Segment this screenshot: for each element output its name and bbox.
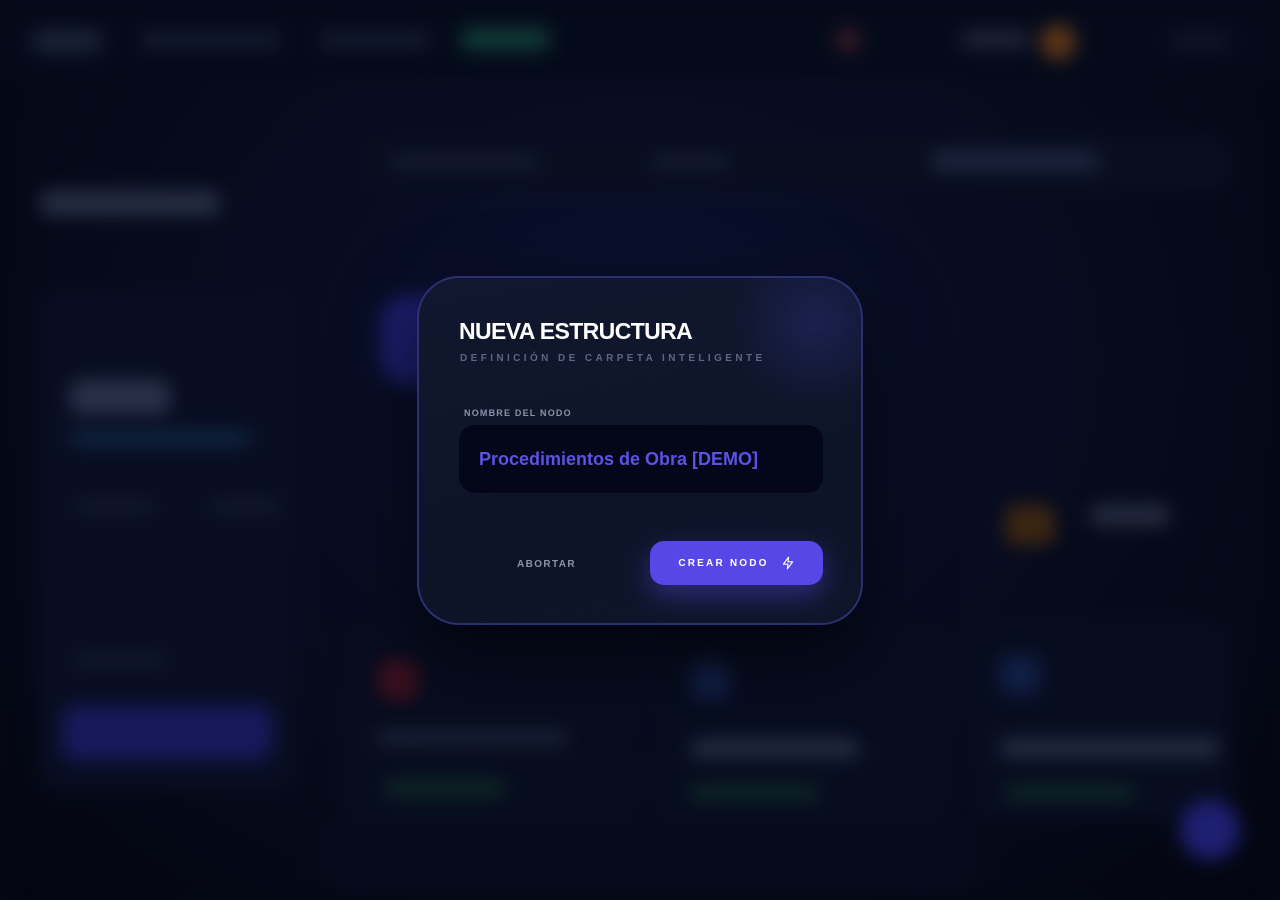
sidebar-text [75, 500, 155, 512]
nav-item [1170, 34, 1230, 48]
sidebar-text [75, 654, 165, 666]
user-name [960, 30, 1030, 48]
folder-icon [378, 660, 418, 700]
bottom-dock [320, 820, 980, 890]
sidebar-text [210, 500, 280, 512]
tab [390, 155, 540, 169]
modal-glow [731, 278, 861, 408]
nav-item [140, 32, 280, 48]
card-title [378, 730, 568, 744]
sidebar-stat [70, 380, 170, 414]
sidebar-button [62, 705, 272, 760]
folder-icon [1000, 655, 1040, 695]
card-title [1000, 738, 1220, 758]
page-title [40, 190, 220, 216]
new-structure-modal: NUEVA ESTRUCTURA DEFINICIÓN DE CARPETA I… [417, 276, 863, 625]
folder-icon [690, 660, 730, 700]
notification-icon [836, 28, 860, 52]
tab [930, 150, 1100, 172]
create-node-label: CREAR NODO [678, 557, 769, 569]
card-title [690, 738, 860, 758]
modal-subtitle: DEFINICIÓN DE CARPETA INTELIGENTE [460, 353, 766, 364]
status-badge [690, 786, 820, 800]
floating-action-button [1180, 800, 1240, 860]
tab [650, 155, 730, 169]
modal-title: NUEVA ESTRUCTURA [459, 318, 693, 344]
nav-item [320, 32, 430, 48]
abort-button[interactable]: ABORTAR [489, 542, 604, 586]
lightning-icon [781, 556, 795, 570]
card-text [1090, 505, 1170, 525]
folder-icon [1005, 505, 1055, 545]
node-name-label: NOMBRE DEL NODO [464, 408, 572, 418]
sidebar-progress [70, 432, 250, 444]
avatar [1040, 24, 1076, 60]
nav-item-active [460, 28, 550, 50]
node-name-input[interactable] [459, 425, 823, 493]
status-badge [385, 780, 505, 796]
app-logo [32, 30, 102, 52]
status-badge [1005, 786, 1135, 800]
create-node-button[interactable]: CREAR NODO [650, 541, 823, 585]
